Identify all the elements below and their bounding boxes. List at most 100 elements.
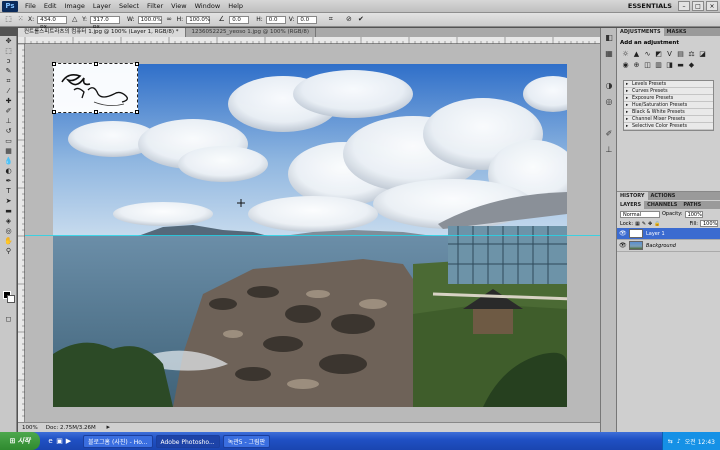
tab-masks[interactable]: MASKS [664, 28, 690, 36]
document-tab-active[interactable]: 컨트롤스피트라츠의 컴퓨터 1.jpg @ 100% (Layer 1, RGB… [18, 28, 186, 37]
angle-input[interactable]: 0.0 [229, 15, 250, 24]
brush-tool-icon[interactable]: ✐ [2, 107, 15, 116]
menu-help[interactable]: Help [224, 2, 247, 10]
menu-layer[interactable]: Layer [89, 2, 115, 10]
volume-icon[interactable]: ♪ [677, 438, 681, 445]
quicklaunch-desktop-icon[interactable]: ▣ [55, 437, 64, 446]
vibrance-icon[interactable]: V [665, 50, 674, 59]
lock-position-icon[interactable]: ✥ [648, 221, 652, 227]
fill-input[interactable]: 100% [700, 220, 718, 227]
horizontal-ruler[interactable] [18, 37, 600, 44]
preset-levels[interactable]: Levels Presets [624, 81, 713, 88]
document-tab-inactive[interactable]: 1236052225_yeoso 1.jpg @ 100% (RGB/8) [186, 28, 316, 37]
menu-view[interactable]: View [167, 2, 190, 10]
3d-rotate-tool-icon[interactable]: ◈ [2, 217, 15, 226]
tab-history[interactable]: HISTORY [617, 192, 648, 200]
preset-hue-saturation[interactable]: Hue/Saturation Presets [624, 102, 713, 109]
taskbar-button-photoshop[interactable]: Adobe Photosho... [155, 434, 220, 448]
healing-tool-icon[interactable]: ✚ [2, 97, 15, 106]
taskbar-button-browser[interactable]: 블로그홈 (사진) - Ho... [83, 434, 153, 448]
transform-icon[interactable]: ⬚ [4, 15, 13, 24]
crop-tool-icon[interactable]: ⌗ [2, 77, 15, 86]
transform-handle-br[interactable] [135, 110, 139, 114]
width-input[interactable]: 100.0% [137, 15, 162, 24]
maximize-icon[interactable]: □ [692, 1, 704, 11]
preset-channel-mixer[interactable]: Channel Mixer Presets [624, 116, 713, 123]
invert-icon[interactable]: ◫ [643, 61, 652, 70]
vertical-ruler[interactable] [18, 43, 25, 422]
gradient-map-icon[interactable]: ▬ [676, 61, 685, 70]
commit-transform-icon[interactable]: ✔ [356, 15, 365, 24]
gradient-tool-icon[interactable]: ▦ [2, 147, 15, 156]
marquee-tool-icon[interactable]: ⬚ [2, 47, 15, 56]
curves-icon[interactable]: ∿ [643, 50, 652, 59]
shape-tool-icon[interactable]: ▬ [2, 207, 15, 216]
pen-tool-icon[interactable]: ✒ [2, 177, 15, 186]
masks-panel-icon[interactable]: ◎ [603, 96, 615, 108]
quicklaunch-ie-icon[interactable]: e [46, 437, 55, 446]
3d-orbit-tool-icon[interactable]: ◎ [2, 227, 15, 236]
photo-filter-icon[interactable]: ◉ [621, 61, 630, 70]
document-size[interactable]: Doc: 2.75M/3.26M [46, 425, 96, 431]
exposure-icon[interactable]: ◩ [654, 50, 663, 59]
channel-mixer-icon[interactable]: ⊕ [632, 61, 641, 70]
eyedropper-tool-icon[interactable]: ⁄ [2, 87, 15, 96]
close-icon[interactable]: × [706, 1, 718, 11]
adjustments-panel-icon[interactable]: ◑ [603, 80, 615, 92]
tab-actions[interactable]: ACTIONS [648, 192, 679, 200]
background-color-swatch[interactable] [7, 295, 15, 303]
preset-curves[interactable]: Curves Presets [624, 88, 713, 95]
type-tool-icon[interactable]: T [2, 187, 15, 196]
transform-handle-tl[interactable] [52, 62, 56, 66]
menu-file[interactable]: File [21, 2, 40, 10]
quicklaunch-media-icon[interactable]: ▶ [64, 437, 73, 446]
posterize-icon[interactable]: ▥ [654, 61, 663, 70]
cancel-transform-icon[interactable]: ⊘ [344, 15, 353, 24]
levels-icon[interactable]: ▲ [632, 50, 641, 59]
tab-channels[interactable]: CHANNELS [644, 201, 680, 209]
swatches-panel-icon[interactable]: ▦ [603, 48, 615, 60]
stamp-tool-icon[interactable]: ⊥ [2, 117, 15, 126]
x-input[interactable]: 434.0 px [37, 15, 68, 30]
tab-adjustments[interactable]: ADJUSTMENTS [617, 28, 664, 36]
horizontal-guide[interactable] [25, 235, 600, 236]
signature-layer-transform-box[interactable] [52, 62, 139, 114]
clock[interactable]: 오전 12:43 [685, 437, 715, 446]
zoom-tool-icon[interactable]: ⚲ [2, 247, 15, 256]
layer-row-background[interactable]: 👁 Background [617, 240, 720, 252]
transform-handle-tr[interactable] [135, 62, 139, 66]
relative-position-icon[interactable]: △ [70, 15, 79, 24]
zoom-level[interactable]: 100% [22, 425, 38, 431]
brushes-panel-icon[interactable]: ✐ [603, 128, 615, 140]
preset-exposure[interactable]: Exposure Presets [624, 95, 713, 102]
hskew-input[interactable]: 0.0 [265, 15, 286, 24]
menu-edit[interactable]: Edit [40, 2, 61, 10]
hand-tool-icon[interactable]: ✋ [2, 237, 15, 246]
opacity-input[interactable]: 100% [684, 210, 703, 218]
eraser-tool-icon[interactable]: ▭ [2, 137, 15, 146]
taskbar-button-paint[interactable]: 녹관5 - 그림판 [222, 434, 271, 448]
tab-layers[interactable]: LAYERS [617, 201, 645, 209]
lasso-tool-icon[interactable]: ↄ [2, 57, 15, 66]
tab-paths[interactable]: PATHS [680, 201, 704, 209]
layer-row-layer1[interactable]: 👁 Layer 1 [617, 228, 720, 240]
network-icon[interactable]: ⇆ [668, 438, 673, 445]
history-brush-tool-icon[interactable]: ↺ [2, 127, 15, 136]
threshold-icon[interactable]: ◨ [665, 61, 674, 70]
workspace-switcher[interactable]: ESSENTIALS [622, 2, 678, 10]
color-balance-icon[interactable]: ⚖ [687, 50, 696, 59]
menu-image[interactable]: Image [60, 2, 88, 10]
hue-saturation-icon[interactable]: ▤ [676, 50, 685, 59]
transform-handle-bottom[interactable] [94, 110, 98, 114]
lock-all-icon[interactable]: 🔒 [654, 221, 660, 227]
link-icon[interactable]: ∞ [165, 15, 174, 24]
preset-selective-color[interactable]: Selective Color Presets [624, 123, 713, 130]
black-white-icon[interactable]: ◪ [698, 50, 707, 59]
lock-transparency-icon[interactable]: ▦ [635, 221, 640, 227]
visibility-eye-icon[interactable]: 👁 [619, 242, 627, 250]
minimize-icon[interactable]: – [678, 1, 690, 11]
brightness-icon[interactable]: ☼ [621, 50, 630, 59]
y-input[interactable]: 317.0 px [90, 15, 121, 30]
reference-point-icon[interactable]: ⁙ [16, 15, 25, 24]
status-menu-icon[interactable]: ▸ [104, 423, 113, 432]
